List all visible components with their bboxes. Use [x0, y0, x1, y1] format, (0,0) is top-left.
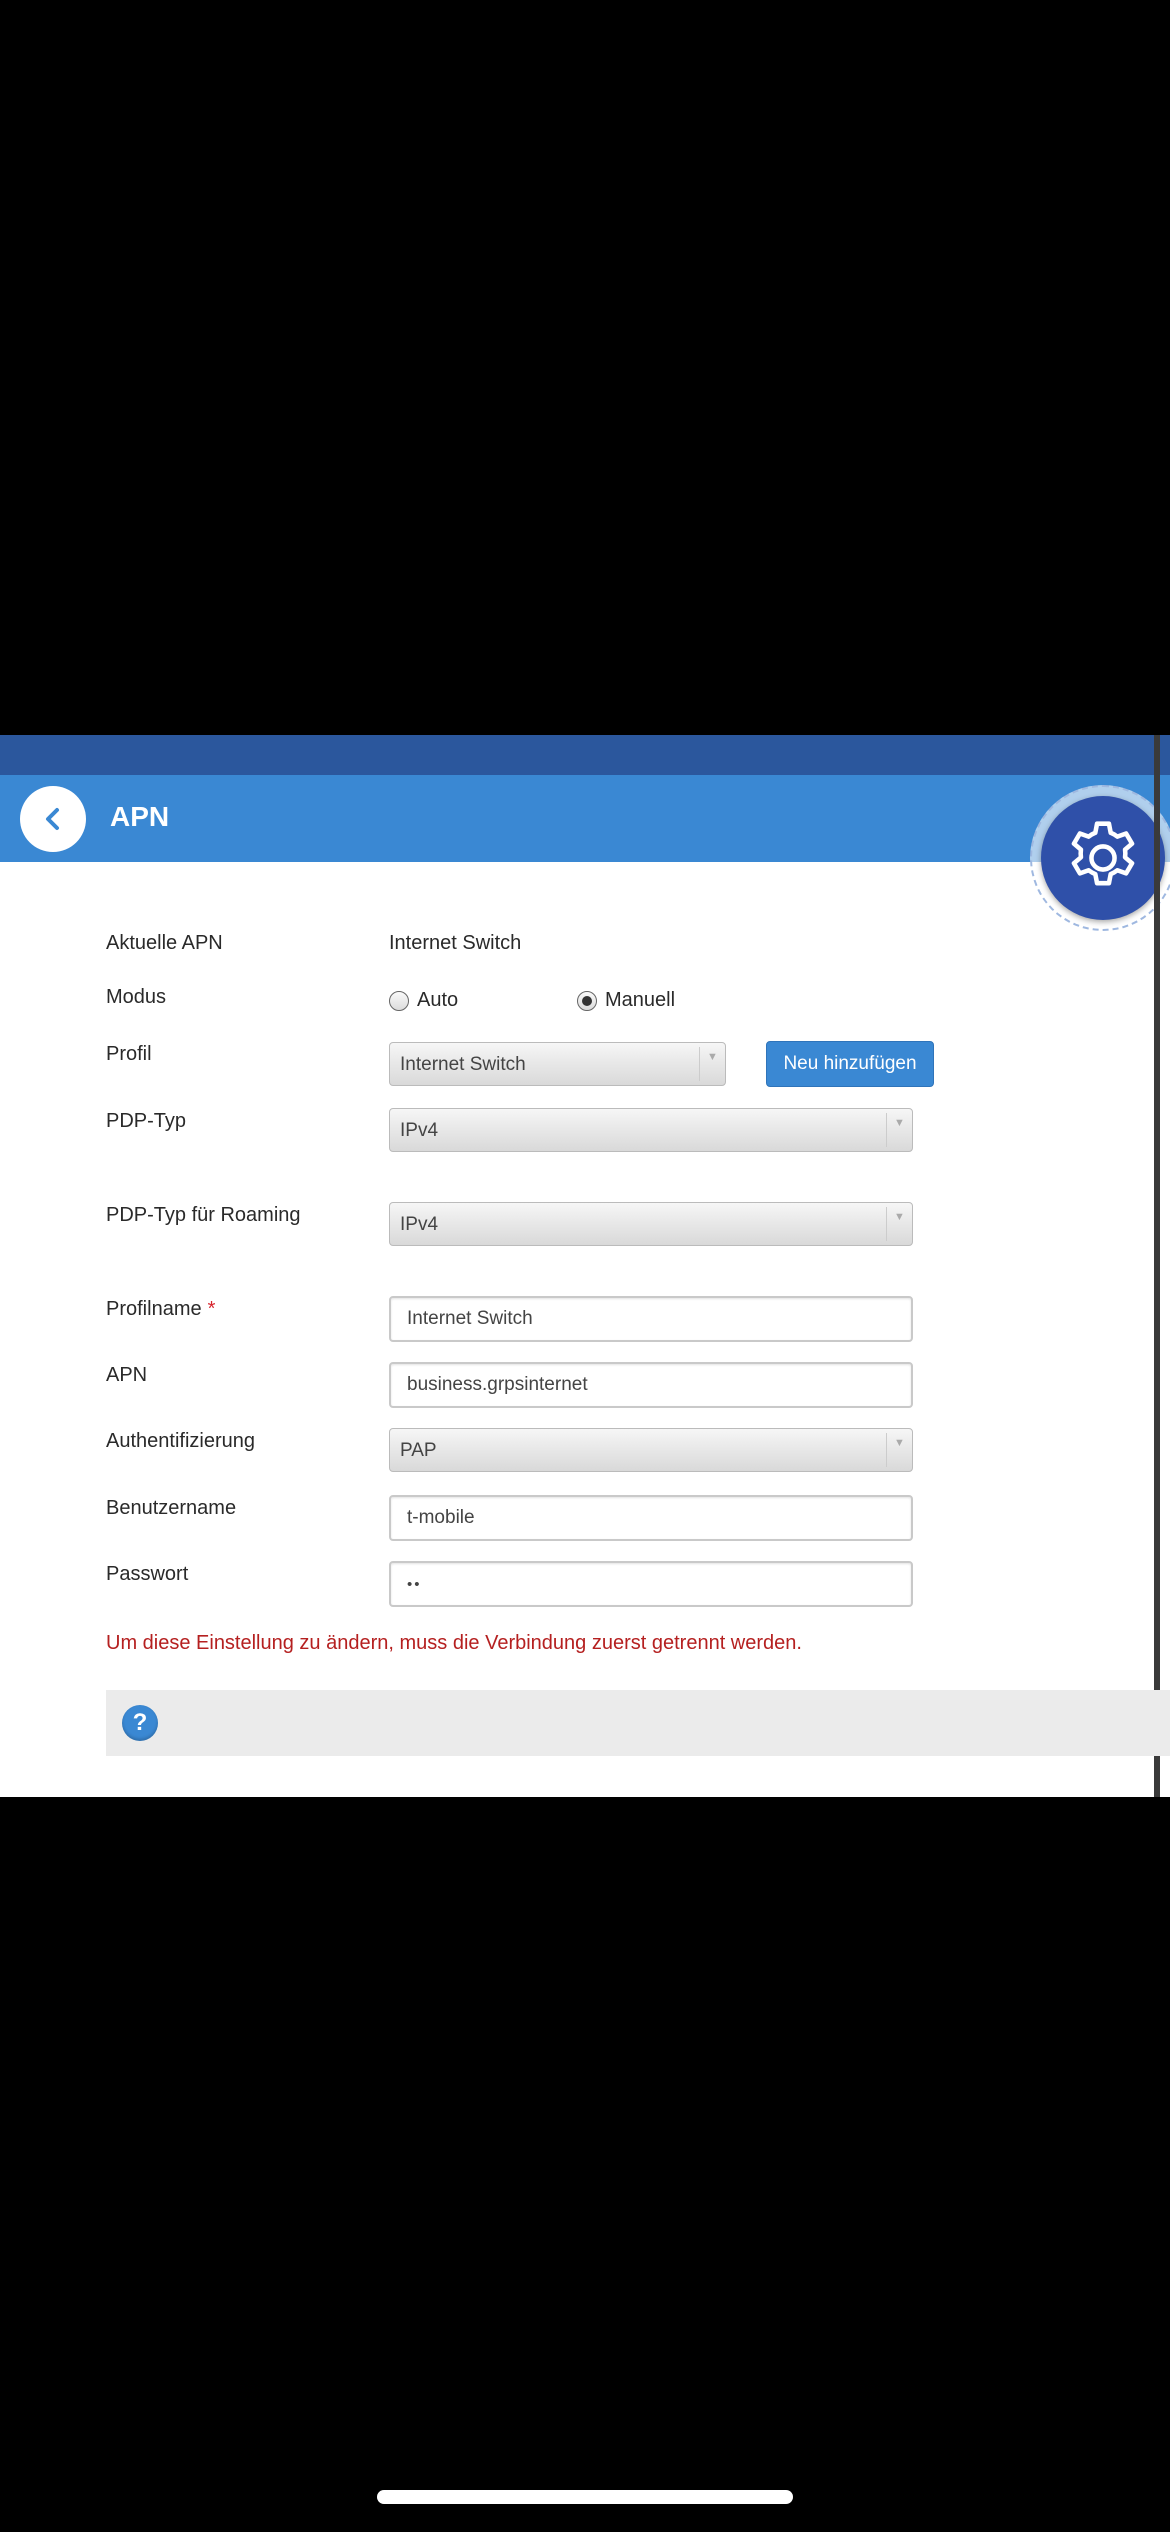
profile-name-label: Profilname * [106, 1296, 215, 1322]
chevron-down-icon: ▼ [886, 1113, 912, 1147]
password-value: •• [407, 1576, 422, 1593]
pdp-type-select[interactable]: IPv4 ▼ [389, 1108, 913, 1152]
apn-settings-screen: APN Aktuelle APN Internet Switch Modus A… [0, 735, 1170, 1797]
profile-select[interactable]: Internet Switch ▼ [389, 1042, 726, 1086]
mode-manual-radio[interactable]: Manuell [577, 989, 675, 1012]
home-indicator[interactable] [377, 2490, 793, 2504]
chevron-down-icon: ▼ [699, 1047, 725, 1081]
auth-label: Authentifizierung [106, 1430, 255, 1452]
mode-auto-radio[interactable]: Auto [389, 989, 458, 1012]
current-apn-label: Aktuelle APN [106, 932, 223, 954]
profile-label: Profil [106, 1043, 152, 1065]
current-apn-value: Internet Switch [389, 932, 522, 954]
settings-button[interactable] [1041, 796, 1165, 920]
pdp-roaming-select[interactable]: IPv4 ▼ [389, 1202, 913, 1246]
top-bar [0, 735, 1170, 775]
profile-select-value: Internet Switch [400, 1054, 526, 1075]
mode-auto-label: Auto [417, 989, 459, 1011]
back-button[interactable] [20, 786, 86, 852]
profile-name-field[interactable]: Internet Switch [389, 1296, 913, 1342]
gear-icon [1071, 821, 1135, 886]
auth-select[interactable]: PAP ▼ [389, 1428, 913, 1472]
header-bar: APN [0, 775, 1170, 862]
pdp-type-label: PDP-Typ [106, 1110, 187, 1132]
apn-label: APN [106, 1364, 148, 1386]
username-label: Benutzername [106, 1497, 237, 1519]
radio-auto-circle[interactable] [389, 990, 409, 1011]
password-label: Passwort [106, 1563, 189, 1585]
settings-button-ring [1030, 785, 1170, 931]
profile-name-label-text: Profilname [106, 1298, 202, 1320]
page-title: APN [110, 801, 170, 832]
add-profile-button[interactable]: Neu hinzufügen [766, 1041, 934, 1087]
help-bar: ? [106, 1690, 1170, 1756]
chevron-left-icon [46, 808, 59, 830]
pdp-type-select-value: IPv4 [400, 1120, 439, 1141]
pdp-roaming-select-value: IPv4 [400, 1214, 439, 1235]
chevron-down-icon: ▼ [886, 1433, 912, 1467]
scrollbar[interactable] [1154, 735, 1160, 1797]
chevron-down-icon: ▼ [886, 1207, 912, 1241]
help-icon[interactable]: ? [122, 1705, 158, 1741]
apn-field[interactable]: business.grpsinternet [389, 1362, 913, 1408]
mode-label: Modus [106, 986, 167, 1008]
pdp-roaming-label: PDP-Typ für Roaming [106, 1204, 301, 1226]
password-field[interactable]: •• [389, 1561, 913, 1607]
auth-select-value: PAP [400, 1440, 437, 1461]
required-marker: * [207, 1298, 216, 1320]
mode-manual-label: Manuell [605, 989, 676, 1011]
radio-manual-circle[interactable] [577, 990, 597, 1011]
username-field[interactable]: t-mobile [389, 1495, 913, 1541]
warning-message: Um diese Einstellung zu ändern, muss die… [106, 1632, 802, 1654]
